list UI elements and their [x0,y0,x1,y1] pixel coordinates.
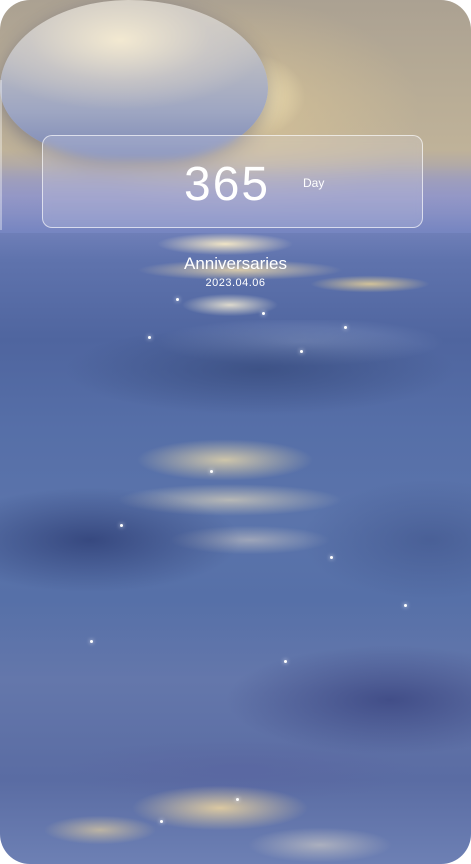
foreground-wave [0,640,471,864]
anniversary-title: Anniversaries [184,254,287,273]
days-unit: Day [303,176,325,190]
anniversary-date: 2023.04.06 [205,277,266,289]
water-reflection [0,430,471,570]
foreground-reflection [0,770,471,864]
edge-highlight [0,80,2,230]
anniversary-widget-screen: 365 Day Anniversaries 2023.04.06 [0,0,471,864]
days-count: 365 [184,158,271,211]
background-wave [0,320,471,440]
middle-wave [0,480,471,660]
